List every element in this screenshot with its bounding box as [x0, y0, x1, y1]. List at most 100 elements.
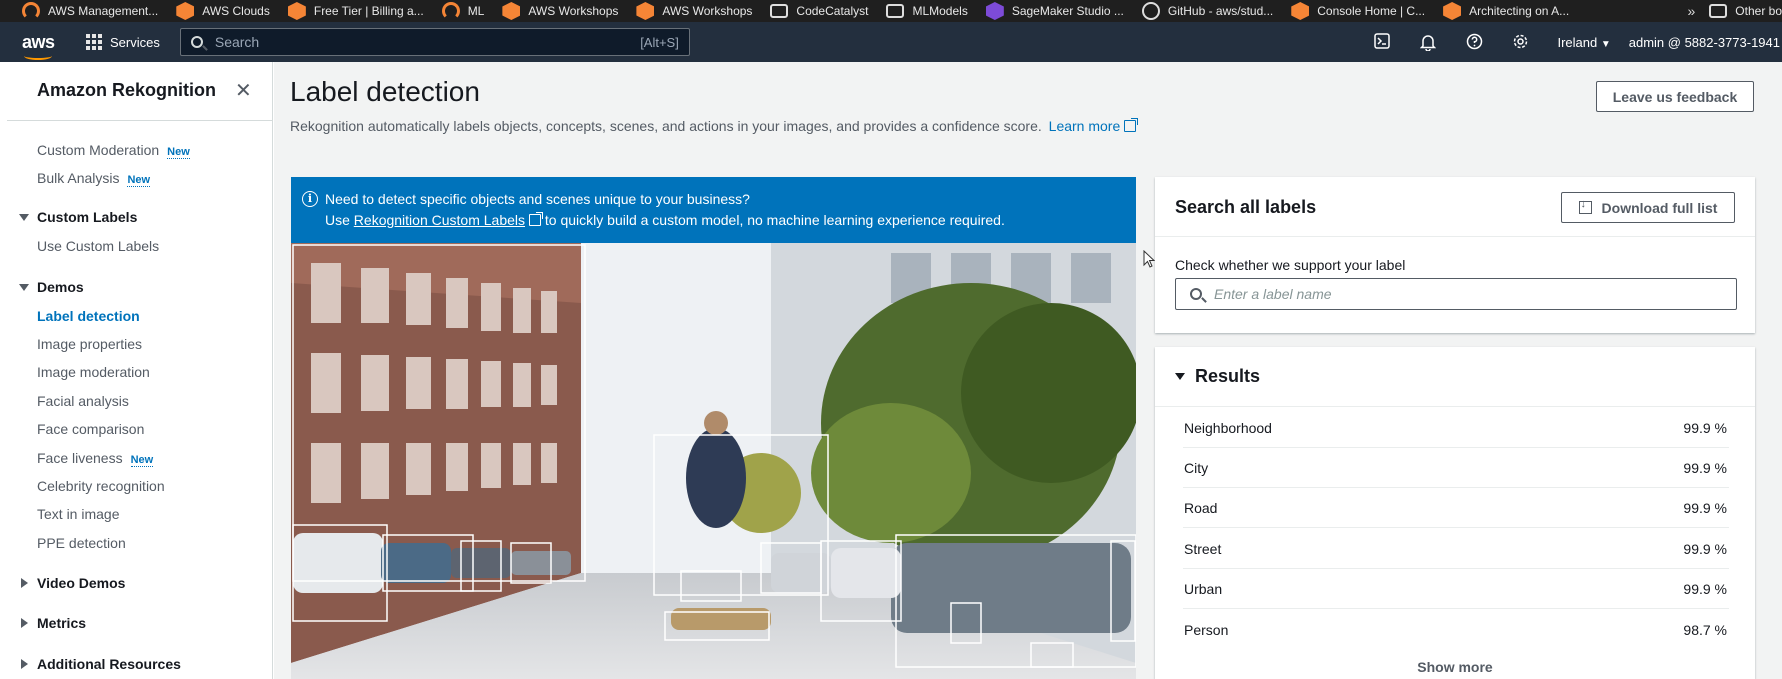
sidebar-item-celebrity-recognition[interactable]: Celebrity recognition: [37, 478, 165, 494]
results-title: Results: [1175, 366, 1260, 387]
bookmark-item[interactable]: AWS Clouds: [176, 2, 270, 20]
sidebar-section-demos[interactable]: Demos: [19, 279, 84, 295]
sidebar-item-image-properties[interactable]: Image properties: [37, 336, 142, 352]
leave-feedback-button[interactable]: Leave us feedback: [1596, 81, 1754, 112]
table-row: Neighborhood 99.9 %: [1183, 408, 1729, 448]
detected-image: [291, 243, 1136, 679]
cloudshell-icon[interactable]: [1373, 33, 1391, 51]
bookmarks-bar: AWS Management... AWS Clouds Free Tier |…: [0, 0, 1782, 22]
sidebar-item-face-comparison[interactable]: Face comparison: [37, 421, 144, 437]
hex-purple-icon: [985, 2, 1004, 20]
info-banner: i Need to detect specific objects and sc…: [291, 177, 1136, 243]
services-menu-button[interactable]: Services: [86, 34, 160, 50]
results-panel: Results Neighborhood 99.9 % City 99.9 % Ro…: [1155, 347, 1755, 679]
ring-icon: [22, 2, 40, 20]
table-row: City 99.9 %: [1183, 448, 1729, 488]
global-search-input[interactable]: Search [Alt+S]: [179, 28, 690, 56]
bookmark-item[interactable]: Free Tier | Billing a...: [287, 2, 424, 20]
caret-right-icon: [21, 659, 28, 669]
show-more-button[interactable]: Show more: [1155, 659, 1755, 675]
image-preview-panel: i Need to detect specific objects and sc…: [291, 177, 1136, 679]
download-full-list-button[interactable]: Download full list: [1561, 192, 1735, 223]
main-content: Label detection Leave us feedback Rekogn…: [274, 62, 1782, 679]
sidebar-item-facial-analysis[interactable]: Facial analysis: [37, 393, 129, 409]
grid-icon: [86, 34, 102, 50]
hex-orange-icon: [1443, 2, 1462, 20]
ring-icon: [441, 2, 460, 20]
table-row: Urban 99.9 %: [1183, 569, 1729, 609]
caret-down-icon: [19, 213, 29, 221]
help-icon[interactable]: [1465, 33, 1483, 51]
sidebar-section-additional-resources[interactable]: Additional Resources: [19, 656, 181, 672]
sidebar-section-metrics[interactable]: Metrics: [19, 615, 86, 631]
bookmark-item[interactable]: MLModels: [886, 4, 968, 18]
custom-labels-link[interactable]: Rekognition Custom Labels: [354, 212, 544, 228]
caret-right-icon: [21, 618, 28, 628]
caret-right-icon: [21, 578, 28, 588]
bookmark-item[interactable]: AWS Workshops: [636, 2, 752, 20]
label-search-field[interactable]: [1175, 278, 1737, 310]
external-link-icon: [529, 212, 544, 226]
close-icon[interactable]: ✕: [235, 78, 252, 103]
bell-icon[interactable]: [1419, 33, 1437, 52]
banner-text: Need to detect specific objects and scen…: [325, 191, 750, 207]
search-shortcut-hint: [Alt+S]: [640, 34, 679, 50]
info-icon: i: [302, 191, 318, 207]
folder-icon: [886, 4, 905, 18]
other-bookmarks[interactable]: Other bo: [1735, 4, 1782, 18]
search-labels-label: Check whether we support your label: [1175, 257, 1406, 273]
search-labels-panel: Search all labels Download full list Che…: [1155, 177, 1755, 333]
mouse-cursor-icon: [1143, 250, 1155, 268]
page-description: Rekognition automatically labels objects…: [290, 118, 1139, 134]
sidebar-title: Amazon Rekognition: [37, 80, 216, 100]
sidebar-item-bulk-analysis[interactable]: Bulk Analysis New: [37, 170, 151, 187]
table-row: Street 99.9 %: [1183, 529, 1729, 569]
sidebar-section-video-demos[interactable]: Video Demos: [19, 575, 125, 591]
hex-orange-icon: [502, 2, 521, 20]
sidebar-item-text-in-image[interactable]: Text in image: [37, 506, 119, 522]
sidebar-divider: [7, 120, 272, 121]
globe-icon: [1141, 2, 1160, 20]
new-badge: New: [127, 174, 151, 187]
sidebar-item-custom-moderation[interactable]: Custom Moderation New: [37, 142, 190, 159]
caret-down-icon: [1175, 373, 1185, 380]
folder-icon: [1709, 4, 1728, 18]
new-badge: New: [167, 146, 190, 159]
results-header[interactable]: Results: [1155, 347, 1755, 407]
sidebar-section-custom-labels[interactable]: Custom Labels: [19, 209, 137, 225]
caret-down-icon: [19, 283, 29, 291]
table-row: Person 98.7 %: [1184, 622, 1727, 638]
sidebar-item-use-custom-labels[interactable]: Use Custom Labels: [37, 238, 159, 254]
bookmark-item[interactable]: SageMaker Studio ...: [985, 2, 1124, 20]
sidebar-item-label-detection[interactable]: Label detection: [37, 308, 140, 324]
settings-icon[interactable]: [1511, 33, 1529, 51]
sidebar-item-image-moderation[interactable]: Image moderation: [37, 364, 150, 380]
download-icon: [1578, 198, 1592, 214]
bookmark-item[interactable]: ML: [441, 2, 484, 20]
bookmark-item[interactable]: CodeCatalyst: [770, 4, 868, 18]
new-badge: New: [130, 454, 154, 467]
bookmark-item[interactable]: AWS Management...: [22, 2, 158, 20]
hex-orange-icon: [176, 2, 195, 20]
service-sidebar: Amazon Rekognition ✕ Custom Moderation Ne…: [7, 62, 273, 679]
bookmarks-more-button[interactable]: »: [1688, 3, 1696, 19]
bookmark-item[interactable]: Console Home | C...: [1291, 2, 1425, 20]
hex-orange-icon: [636, 2, 655, 20]
sidebar-item-ppe-detection[interactable]: PPE detection: [37, 535, 126, 551]
search-icon: [190, 36, 203, 48]
bookmark-item[interactable]: GitHub - aws/stud...: [1141, 2, 1273, 20]
sidebar-item-face-liveness[interactable]: Face liveness New: [37, 450, 154, 467]
aws-logo[interactable]: aws: [22, 32, 66, 60]
region-selector[interactable]: Ireland ▼: [1557, 35, 1610, 50]
folder-icon: [770, 4, 789, 18]
caret-down-icon: ▼: [1600, 38, 1611, 50]
learn-more-link[interactable]: Learn more: [1049, 118, 1139, 134]
hex-orange-icon: [287, 2, 306, 20]
bookmark-item[interactable]: AWS Workshops: [502, 2, 618, 20]
account-menu[interactable]: admin @ 5882-3773-1941: [1629, 35, 1780, 50]
aws-top-navigation: aws Services Search [Alt+S] Ireland ▼ ad…: [0, 22, 1782, 62]
bookmark-item[interactable]: Architecting on A...: [1443, 2, 1569, 20]
search-labels-title: Search all labels: [1175, 197, 1317, 217]
label-search-input[interactable]: [1214, 286, 1714, 302]
banner-text: Use Rekognition Custom Labels to quickly…: [325, 212, 1005, 228]
